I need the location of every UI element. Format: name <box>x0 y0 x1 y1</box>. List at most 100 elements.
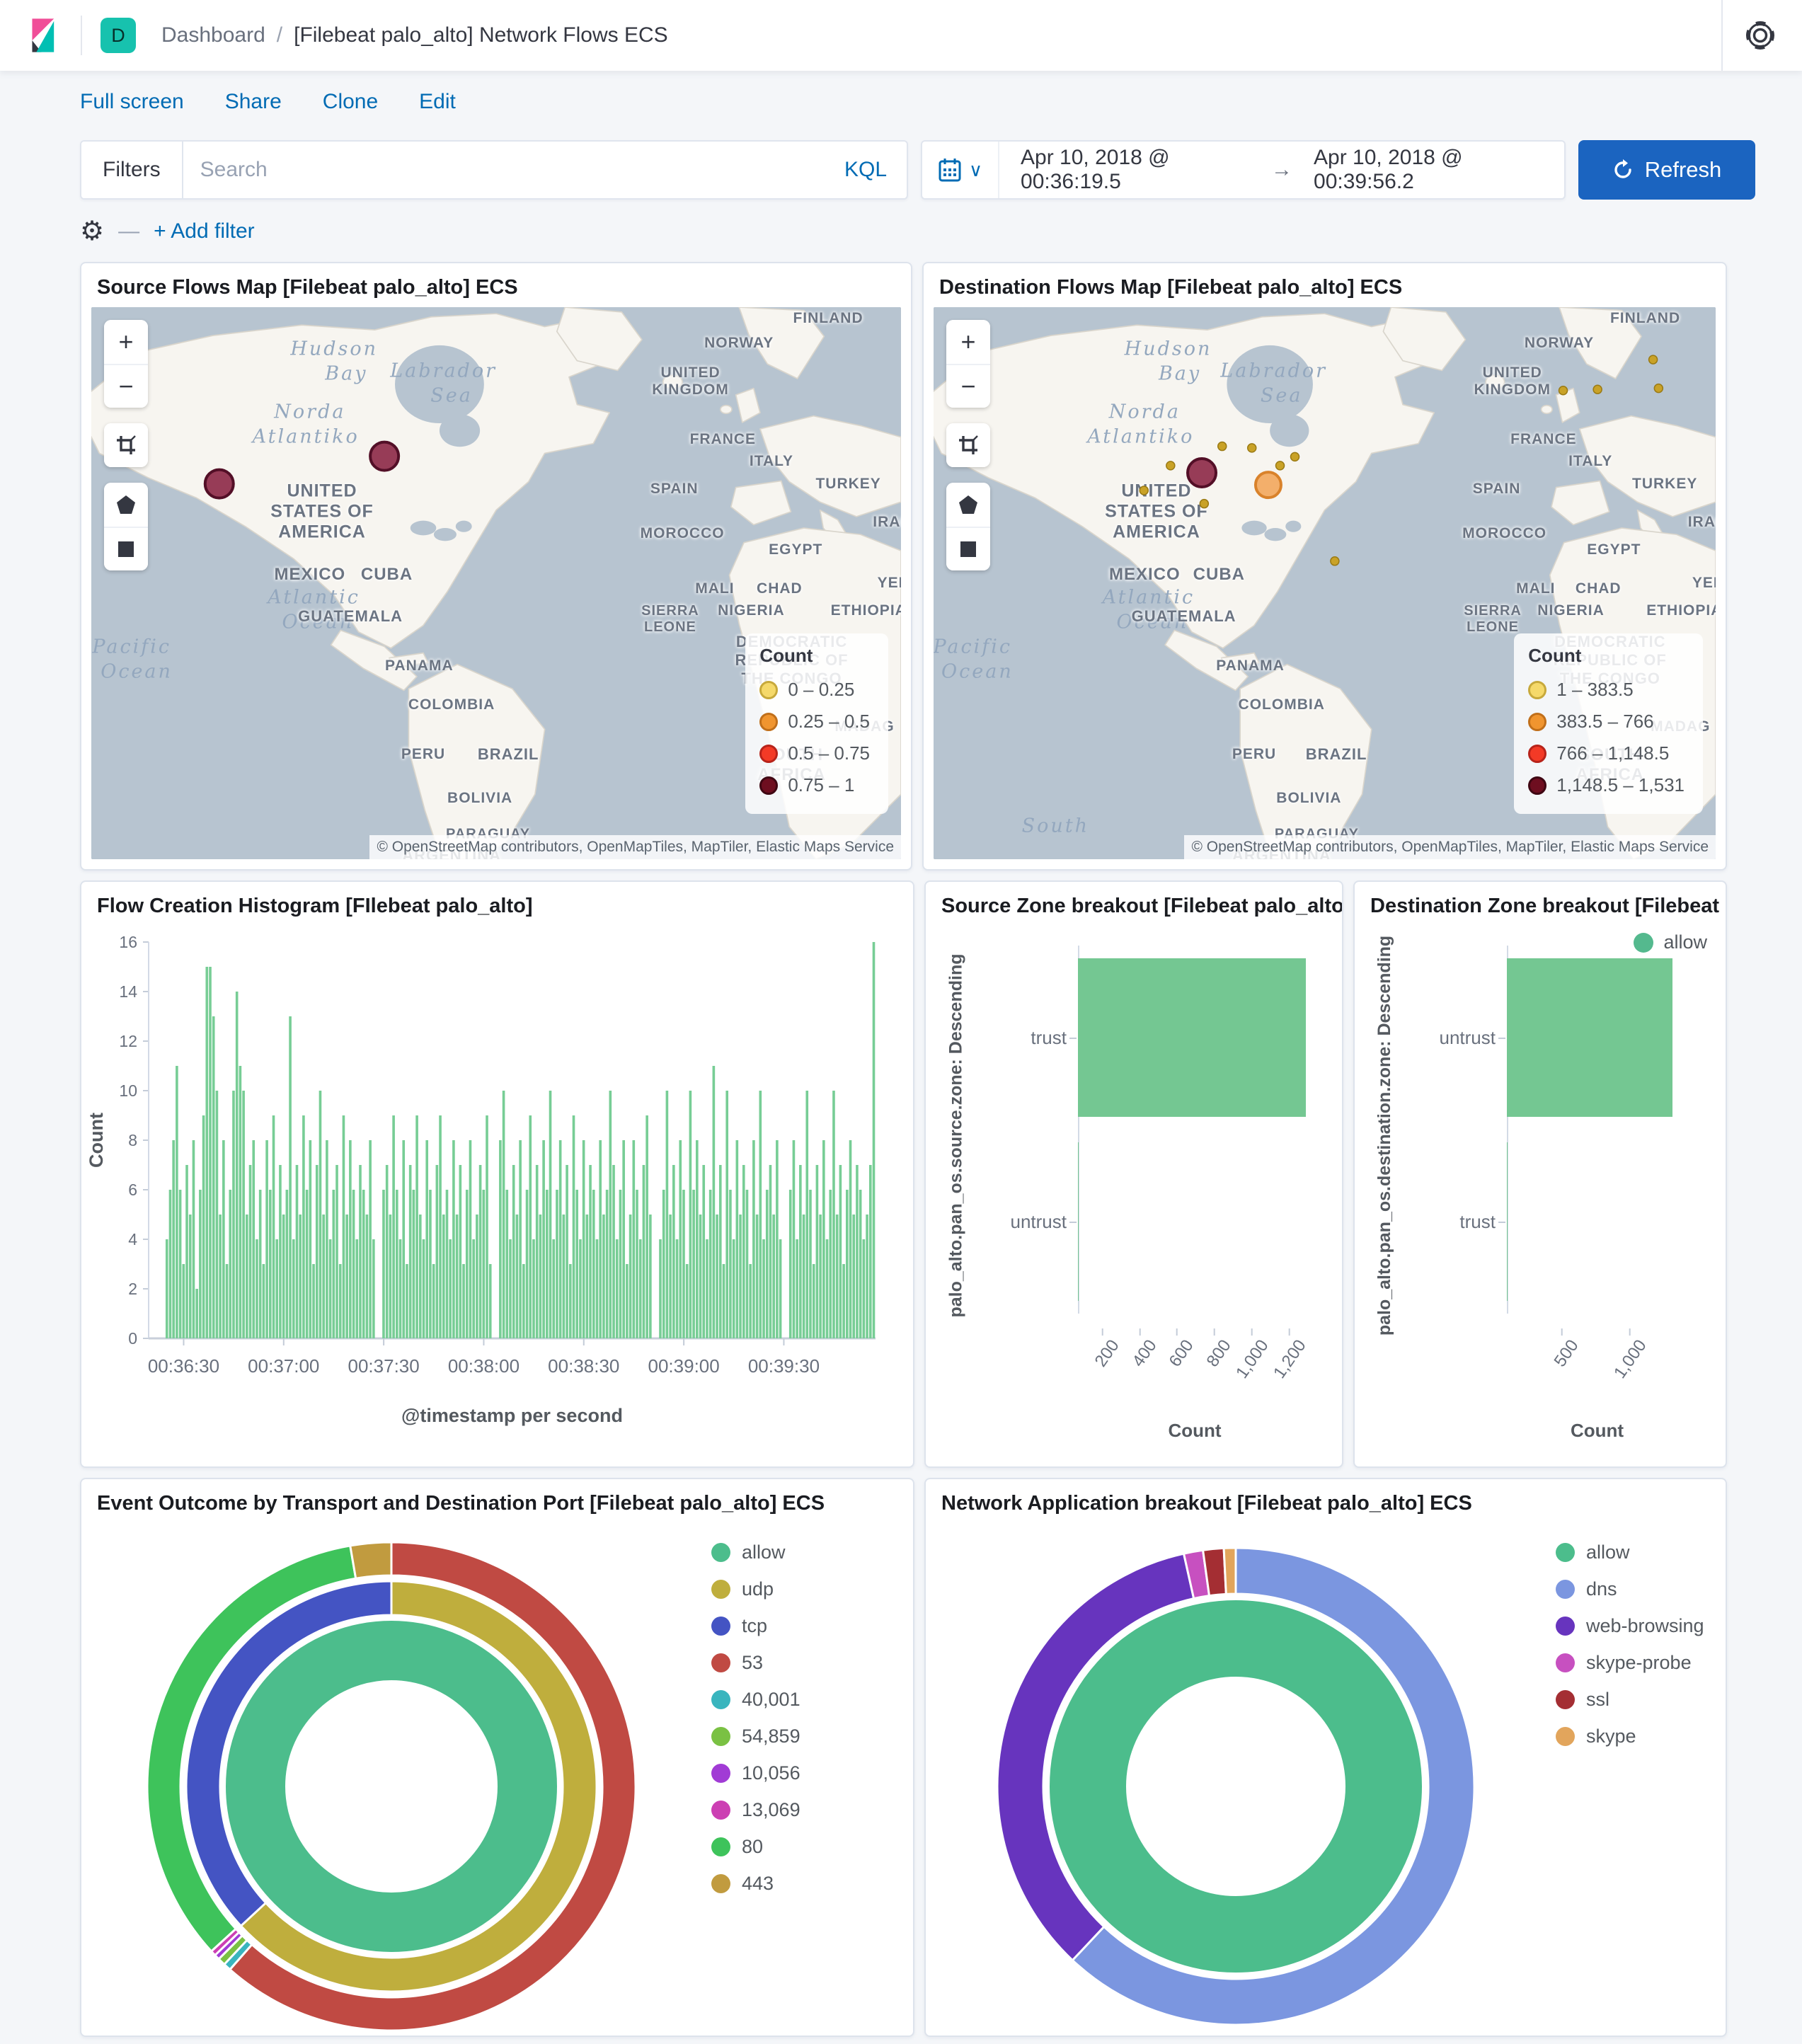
map-attribution[interactable]: © OpenStreetMap contributors, OpenMapTil… <box>1184 835 1716 859</box>
draw-rectangle-button[interactable] <box>946 527 990 570</box>
help-life-ring-icon[interactable] <box>1744 19 1777 52</box>
histogram-bar[interactable] <box>685 1264 689 1338</box>
legend-item-443[interactable]: 443 <box>711 1873 800 1895</box>
histogram-bar[interactable] <box>168 1190 172 1338</box>
histogram-bar[interactable] <box>225 1264 229 1338</box>
histogram-bar[interactable] <box>579 1239 582 1338</box>
histogram-bar[interactable] <box>556 1190 558 1338</box>
histogram-bar[interactable] <box>176 1066 178 1338</box>
histogram-bar[interactable] <box>365 1215 369 1338</box>
histogram-bar[interactable] <box>832 1091 835 1338</box>
histogram-bar[interactable] <box>422 1239 425 1338</box>
donut-slice-443[interactable] <box>349 1541 393 1580</box>
histogram-bar[interactable] <box>722 1264 725 1338</box>
network-application-donut[interactable] <box>926 1523 1534 2037</box>
legend-item-skype-probe[interactable]: skype-probe <box>1556 1652 1704 1674</box>
histogram-bar[interactable] <box>605 1190 609 1338</box>
histogram-bar[interactable] <box>185 1165 188 1338</box>
map-point[interactable] <box>1290 452 1300 462</box>
histogram-bar[interactable] <box>408 1165 412 1338</box>
date-from[interactable]: Apr 10, 2018 @ 00:36:19.5 <box>999 146 1271 194</box>
histogram-bar[interactable] <box>299 1215 302 1338</box>
histogram-bar[interactable] <box>439 1115 442 1338</box>
histogram-bar[interactable] <box>622 1140 625 1338</box>
source-zone-chart[interactable]: palo_alto.pan_os.source.zone: Descending… <box>926 924 1342 1466</box>
histogram-bar[interactable] <box>592 1190 595 1338</box>
histogram-bar[interactable] <box>522 1264 525 1338</box>
fit-bounds-button[interactable] <box>104 423 148 467</box>
histogram-bar[interactable] <box>779 1239 782 1338</box>
histogram-bar[interactable] <box>272 1115 275 1338</box>
histogram-bar[interactable] <box>745 1190 749 1338</box>
histogram-bar[interactable] <box>602 1215 605 1338</box>
histogram-bar[interactable] <box>762 1239 765 1338</box>
zoom-out-button[interactable]: − <box>104 364 148 408</box>
histogram-bar[interactable] <box>765 1190 769 1338</box>
histogram-bar[interactable] <box>165 1239 168 1338</box>
legend-item-web-browsing[interactable]: web-browsing <box>1556 1615 1704 1637</box>
histogram-bar[interactable] <box>342 1115 345 1338</box>
kql-toggle[interactable]: KQL <box>825 158 907 182</box>
toolbar-link-edit[interactable]: Edit <box>419 90 456 114</box>
histogram-bar[interactable] <box>332 1190 335 1338</box>
histogram-bar[interactable] <box>242 1091 245 1338</box>
histogram-bar[interactable] <box>412 1190 415 1338</box>
legend-item-ssl[interactable]: ssl <box>1556 1689 1704 1711</box>
histogram-bar[interactable] <box>529 1115 532 1338</box>
map-point[interactable] <box>1199 498 1210 509</box>
histogram-bar[interactable] <box>268 1190 272 1338</box>
histogram-bar[interactable] <box>512 1165 515 1338</box>
histogram-bar[interactable] <box>328 1239 332 1338</box>
histogram-bar[interactable] <box>702 1165 706 1338</box>
histogram-bar[interactable] <box>835 1215 839 1338</box>
histogram-bar[interactable] <box>305 1190 309 1338</box>
histogram-bar[interactable] <box>732 1239 735 1338</box>
map-attribution[interactable]: © OpenStreetMap contributors, OpenMapTil… <box>369 835 901 859</box>
histogram-bar[interactable] <box>465 1190 469 1338</box>
histogram-bar[interactable] <box>205 967 209 1338</box>
histogram-bar[interactable] <box>839 1165 842 1338</box>
histogram-bar[interactable] <box>638 1239 642 1338</box>
histogram-bar[interactable] <box>362 1190 365 1338</box>
histogram-bar[interactable] <box>478 1165 482 1338</box>
histogram-bar[interactable] <box>696 1140 699 1338</box>
histogram-bar[interactable] <box>345 1215 348 1338</box>
histogram-bar[interactable] <box>542 1140 545 1338</box>
panel-title[interactable]: Destination Flows Map [Filebeat palo_alt… <box>924 263 1726 306</box>
legend-item-54-859[interactable]: 54,859 <box>711 1726 800 1747</box>
map-point[interactable] <box>1275 461 1285 471</box>
draw-polygon-button[interactable] <box>104 483 148 527</box>
histogram-bar[interactable] <box>455 1215 459 1338</box>
histogram-bar[interactable] <box>759 1091 762 1338</box>
histogram-bar[interactable] <box>585 1215 589 1338</box>
histogram-bar[interactable] <box>402 1140 406 1338</box>
event-outcome-donut[interactable] <box>81 1523 690 2037</box>
histogram-bar[interactable] <box>322 1215 325 1338</box>
histogram-bar[interactable] <box>262 1264 265 1338</box>
histogram-bar[interactable] <box>699 1215 702 1338</box>
fit-bounds-button[interactable] <box>946 423 990 467</box>
histogram-bar[interactable] <box>265 1140 268 1338</box>
histogram-bar[interactable] <box>452 1140 455 1338</box>
histogram-bar[interactable] <box>369 1140 372 1338</box>
histogram-bar[interactable] <box>486 1115 488 1338</box>
histogram-bar[interactable] <box>418 1215 422 1338</box>
histogram-bar[interactable] <box>445 1190 449 1338</box>
filters-button[interactable]: Filters <box>81 142 183 198</box>
gear-icon[interactable]: ⚙ <box>80 218 104 245</box>
histogram-bar[interactable] <box>788 1190 792 1338</box>
histogram-bar[interactable] <box>829 1190 832 1338</box>
histogram-bar[interactable] <box>509 1239 512 1338</box>
map-point[interactable] <box>1653 383 1664 394</box>
histogram-bar[interactable] <box>222 1140 225 1338</box>
histogram-bar[interactable] <box>572 1115 575 1338</box>
map-bubble[interactable] <box>369 440 401 472</box>
legend-item-53[interactable]: 53 <box>711 1652 800 1674</box>
histogram-bar[interactable] <box>689 1091 692 1338</box>
histogram-bar[interactable] <box>469 1140 472 1338</box>
legend-item-40-001[interactable]: 40,001 <box>711 1689 800 1711</box>
histogram-bar[interactable] <box>846 1190 849 1338</box>
histogram-bar[interactable] <box>488 1264 492 1338</box>
date-quick-select[interactable]: ∨ <box>922 142 1000 198</box>
donut-slice-allow[interactable] <box>1050 1600 1422 1973</box>
